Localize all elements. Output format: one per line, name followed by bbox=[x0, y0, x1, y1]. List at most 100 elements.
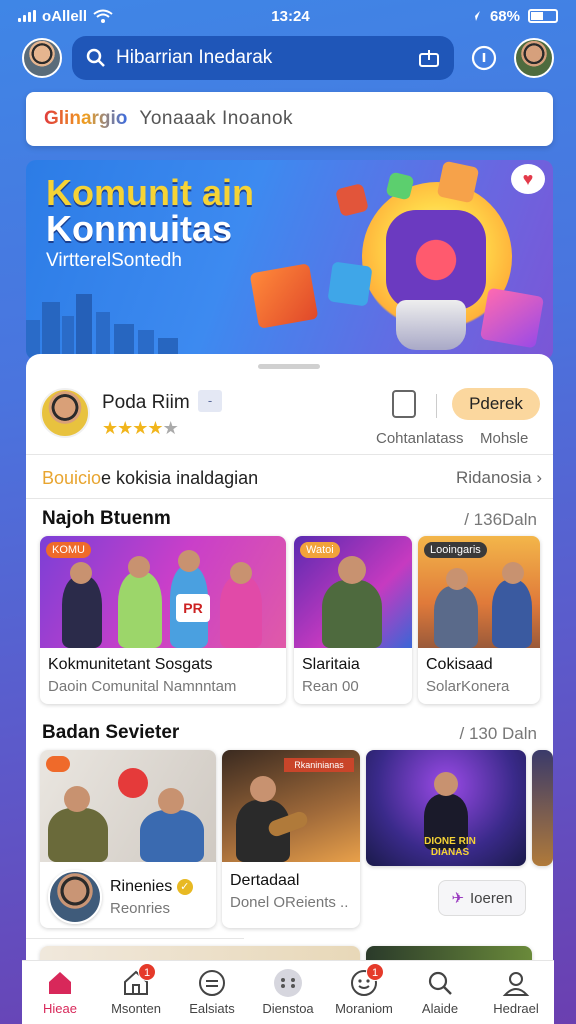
creator-profile: Poda Riim - ★★★★★ Pderek Cohtanlatass Mo… bbox=[40, 388, 540, 447]
notice-link[interactable]: Ridanosia › bbox=[456, 468, 542, 488]
nav-label: Dienstoa bbox=[262, 1001, 314, 1016]
star-icon: ★ bbox=[162, 418, 179, 438]
promo-bar[interactable]: Glinargio Yonaaak Inoanok bbox=[26, 92, 553, 146]
profile-label-b: Mohsle bbox=[480, 430, 529, 447]
sign-board: DIONE RIN DIANAS bbox=[424, 836, 476, 858]
nav-label: Ealsiats bbox=[189, 1001, 235, 1016]
info-icon bbox=[471, 45, 497, 71]
keypad-cube-icon bbox=[249, 263, 319, 329]
banner-subtitle: VirtterelSontedh bbox=[46, 250, 182, 271]
thumbnail-chip bbox=[46, 756, 71, 772]
bottom-navigation: Hieae 1 Msonten Ealsiats Dienstoa 1 Mora… bbox=[22, 960, 554, 1024]
section-count[interactable]: / 130 Daln bbox=[460, 724, 538, 744]
city-skyline-illustration bbox=[26, 294, 178, 360]
section-title: Badan Sevieter bbox=[42, 722, 180, 743]
nav-explore[interactable]: Ealsiats bbox=[174, 961, 250, 1024]
carrier-label: oAllell bbox=[42, 7, 88, 25]
hero-banner[interactable]: Komunit ain Konmuitas VirtterelSontedh ♥ bbox=[26, 160, 553, 360]
card-subtitle: Rean 00 bbox=[302, 678, 359, 695]
promo-text: Yonaaak Inoanok bbox=[139, 108, 294, 129]
card-title: Cokisaad bbox=[426, 656, 493, 673]
thumbnail-chip: Looingaris bbox=[424, 542, 487, 558]
section-title: Najoh Btuenm bbox=[42, 508, 171, 529]
creator-avatar[interactable] bbox=[40, 388, 90, 438]
follow-button[interactable]: Pderek bbox=[452, 388, 540, 420]
nav-label: Moraniom bbox=[335, 1001, 393, 1016]
channel-card[interactable]: Rinenies ✓ Reonries bbox=[40, 750, 216, 928]
drag-handle[interactable] bbox=[258, 364, 320, 369]
bookmark-icon[interactable] bbox=[392, 390, 416, 418]
star-icon: ★ bbox=[147, 418, 163, 438]
notification-badge: 1 bbox=[366, 963, 384, 981]
video-thumbnail: DIONE RIN DIANAS bbox=[366, 750, 526, 866]
status-bar: oAllell 13:24 68% bbox=[0, 0, 576, 32]
chart-cube-icon bbox=[327, 261, 373, 307]
video-card[interactable]: KOMU PR Kokmunitetant Sosgats Daoin Comu… bbox=[40, 536, 286, 704]
nav-center[interactable]: Dienstoa bbox=[250, 961, 326, 1024]
nav-label: Alaide bbox=[421, 1001, 459, 1016]
card-title: Kokmunitetant Sosgats bbox=[48, 656, 213, 673]
search-icon bbox=[424, 967, 456, 999]
search-bar[interactable] bbox=[72, 36, 454, 80]
divider bbox=[26, 498, 553, 499]
dice-cube-icon bbox=[335, 183, 369, 217]
signal-icon bbox=[18, 10, 36, 22]
card-title: Rinenies ✓ bbox=[110, 878, 193, 896]
profile-avatar[interactable] bbox=[514, 38, 554, 78]
notice-row[interactable]: Bouicioe kokisia inaldagian Ridanosia › bbox=[42, 464, 542, 492]
listen-button[interactable]: ✈ Ioeren bbox=[438, 880, 526, 916]
video-thumbnail bbox=[40, 750, 216, 862]
nav-messages[interactable]: 1 Msonten bbox=[98, 961, 174, 1024]
banner-title-secondary: Konmuitas bbox=[46, 208, 233, 249]
divider bbox=[26, 938, 244, 939]
search-icon bbox=[86, 48, 105, 67]
dots-circle-icon bbox=[272, 967, 304, 999]
video-card[interactable]: Watoi Slaritaia Rean 00 bbox=[294, 536, 412, 704]
card-title: Dertadaal bbox=[230, 872, 300, 889]
mascot-illustration bbox=[386, 210, 486, 310]
music-cube-icon bbox=[436, 160, 480, 204]
divider bbox=[26, 454, 553, 455]
search-input[interactable] bbox=[116, 47, 408, 69]
battery-icon bbox=[527, 9, 558, 23]
video-thumbnail: Watoi bbox=[294, 536, 412, 648]
creator-tag: - bbox=[198, 390, 222, 412]
thumbnail-chip: Watoi bbox=[300, 542, 340, 558]
info-button[interactable] bbox=[464, 38, 504, 78]
video-card[interactable]: Rkaninianas Dertadaal Donel OReients .. bbox=[222, 750, 360, 928]
nav-home[interactable]: Hieae bbox=[22, 961, 98, 1024]
nav-label: Msonten bbox=[111, 1001, 161, 1016]
star-icon: ★ bbox=[117, 418, 133, 438]
nav-social[interactable]: 1 Moraniom bbox=[326, 961, 402, 1024]
video-card-partial[interactable] bbox=[532, 750, 553, 866]
video-card[interactable]: Looingaris Cokisaad SolarKonera bbox=[418, 536, 540, 704]
pedestal-illustration bbox=[396, 300, 466, 350]
card-subtitle: Daoin Comunital Namnntam bbox=[48, 678, 237, 695]
play-icon: ✈ bbox=[451, 890, 465, 907]
channel-avatar[interactable] bbox=[48, 870, 102, 924]
nav-profile[interactable]: Hedrael bbox=[478, 961, 554, 1024]
card-subtitle: Donel OReients .. bbox=[230, 894, 349, 911]
sign-board: PR bbox=[176, 594, 210, 622]
profile-icon bbox=[500, 967, 532, 999]
nav-label: Hedrael bbox=[493, 1001, 539, 1016]
star-icon: ★ bbox=[132, 418, 148, 438]
video-thumbnail: KOMU PR bbox=[40, 536, 286, 648]
chevron-right-icon: › bbox=[536, 468, 542, 487]
grid-circle-icon bbox=[196, 967, 228, 999]
notification-badge: 1 bbox=[138, 963, 156, 981]
user-avatar[interactable] bbox=[22, 38, 62, 78]
video-card[interactable]: DIONE RIN DIANAS bbox=[366, 750, 526, 866]
verified-icon: ✓ bbox=[176, 878, 193, 895]
section-count[interactable]: / 136Daln bbox=[464, 510, 537, 530]
video-thumbnail: Rkaninianas bbox=[222, 750, 360, 862]
card-subtitle: Reonries bbox=[110, 900, 171, 917]
card-subtitle: SolarKonera bbox=[426, 678, 510, 695]
heart-chat-icon[interactable]: ♥ bbox=[511, 164, 545, 194]
inbox-icon[interactable] bbox=[418, 48, 440, 68]
nav-search[interactable]: Alaide bbox=[402, 961, 478, 1024]
rating-stars: ★★★★★ bbox=[102, 418, 179, 439]
notice-text: Bouicioe kokisia inaldagian bbox=[42, 467, 259, 488]
video-thumbnail: Looingaris bbox=[418, 536, 540, 648]
wifi-icon bbox=[93, 9, 113, 23]
